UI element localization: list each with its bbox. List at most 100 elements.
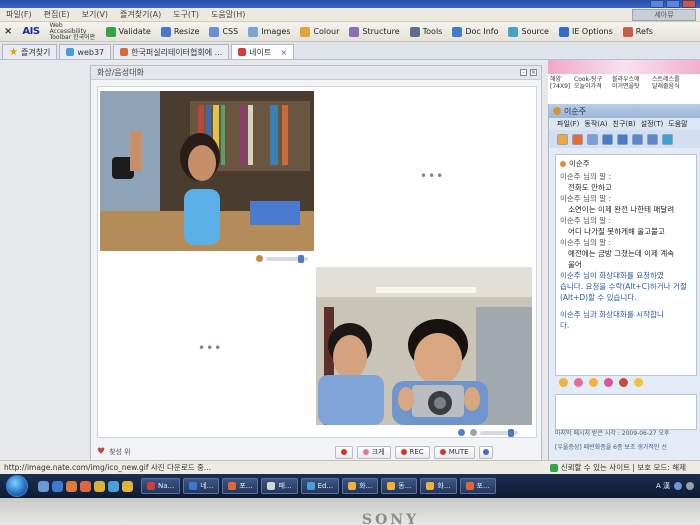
start-button[interactable] [6,475,28,497]
remote-video-image [100,91,314,251]
promo-item[interactable]: 스트레스를 달래줄음식 [652,76,680,90]
promo-item[interactable]: 블라우스에 이거면을탓 [612,76,640,90]
menu-favorites[interactable]: 즐겨찾기(A) [120,9,161,20]
tab-nate[interactable]: 네이트 × [231,44,295,59]
system-note: 이순주 님과 화상대화를 시작합니 [560,310,664,319]
promo-item[interactable]: Cook-팅구 오늘이가격 [574,76,602,90]
history-icon[interactable] [632,133,643,145]
hand-icon[interactable] [634,377,643,387]
voice-call-icon[interactable] [572,133,583,145]
ie-icon[interactable] [52,480,63,492]
promo-banner [548,60,700,74]
chat-menu-help[interactable]: 도움말 [668,119,687,129]
close-tab-icon[interactable]: × [280,48,287,57]
block-icon[interactable] [647,133,658,145]
local-video-image [316,267,532,425]
slider-knob[interactable] [508,429,514,437]
accessibility-toolbar: × AIS Web Accessibility Toolbar 한국어판 Val… [0,22,700,42]
settings-button[interactable] [478,445,493,459]
ime-indicator[interactable]: A 漢 [656,481,670,491]
media-icon[interactable] [66,480,77,492]
chat-menu-action[interactable]: 동작(A) [584,119,607,129]
tab-web37[interactable]: web37 [59,44,112,59]
message-text: 예전에는 금방 그쳤는데 이제 계속 [568,249,675,258]
ad-link[interactable]: [우울증상] 패반화종을 6종 보조 생가적인 선 [555,444,697,452]
doc-info-button[interactable]: Doc Info [452,26,498,37]
invite-icon[interactable] [617,133,628,145]
record-button[interactable]: REC [394,445,430,459]
validate-button[interactable]: Validate [105,26,151,37]
menu-help[interactable]: 도움말(H) [211,9,245,20]
help-icon[interactable] [674,482,682,490]
favorites-button[interactable]: ★ 즐겨찾기 [2,44,58,59]
source-button[interactable]: Source [508,26,549,37]
menu-view[interactable]: 보기(V) [82,9,108,20]
chat-menu-settings[interactable]: 설정(T) [641,119,664,129]
images-button[interactable]: Images [248,26,290,37]
remote-volume-slider[interactable] [266,255,308,263]
firefox-icon[interactable] [80,480,91,492]
video-call-icon[interactable] [587,133,598,145]
minimize-button[interactable] [650,0,664,8]
wink-icon[interactable] [589,377,598,387]
file-send-icon[interactable] [602,133,613,145]
maximize-button[interactable] [666,0,680,8]
slider-knob[interactable] [298,255,304,263]
close-toolbar-icon[interactable]: × [4,26,12,37]
show-desktop-icon[interactable] [38,480,49,492]
colour-button[interactable]: Colour [300,26,339,37]
taskbar-item[interactable]: Na... [141,478,181,494]
favorite-toggle[interactable]: 찾성 위 [109,447,131,457]
menu-file[interactable]: 파일(F) [6,9,32,20]
taskbar-item[interactable]: 화... [420,478,457,494]
mute-button[interactable]: MUTE [433,445,475,459]
css-button[interactable]: CSS [209,26,238,37]
taskbar-item[interactable]: 네... [183,478,220,494]
chat-menu-friends[interactable]: 친구(B) [613,119,636,129]
taskbar-item[interactable]: 포... [222,478,259,494]
app-icon [348,482,357,490]
mic-volume-slider[interactable] [480,429,518,437]
flower-icon[interactable] [574,377,583,387]
snapshot-button[interactable] [334,445,353,459]
taskbar-item[interactable]: 포... [459,478,496,494]
tab-facilitator-association[interactable]: 한국퍼실리테이터협회에 ... [113,44,230,59]
enlarge-button[interactable]: 크게 [356,445,391,459]
promo-item[interactable]: 해양 [74X9] [550,76,570,90]
menu-tools[interactable]: 도구(T) [173,9,199,20]
refs-button[interactable]: Refs [622,26,653,37]
messenger-icon[interactable] [108,480,119,492]
tools-button[interactable]: Tools [409,26,442,37]
taskbar-item[interactable]: Ed... [300,478,340,494]
system-tray: A 漢 [656,481,694,491]
message-input[interactable] [555,394,697,430]
chrome-icon[interactable] [94,480,105,492]
taskbar-item[interactable]: 페... [261,478,298,494]
emoticon-icon[interactable] [557,133,568,145]
folder-icon[interactable] [122,480,133,492]
taskbar-item[interactable]: 화... [342,478,379,494]
network-icon[interactable] [686,482,694,490]
window-minimize-icon[interactable]: - [520,69,527,76]
message-text: 울어 [568,260,582,269]
window-close-icon[interactable]: × [530,69,537,76]
pen-icon[interactable] [619,377,628,387]
close-window-button[interactable] [682,0,696,8]
menu-edit[interactable]: 편집(E) [44,9,70,20]
message-header: 이순주 님의 말 : [560,238,612,247]
resize-button[interactable]: Resize [160,26,199,37]
refresh-icon[interactable] [662,133,673,145]
camera-icon[interactable] [458,429,465,436]
message-text: 소연이는 이제 완전 나한테 매달려 [568,205,675,214]
chat-menu-file[interactable]: 파일(F) [557,119,579,129]
structure-button[interactable]: Structure [349,26,400,37]
css-icon [209,26,220,37]
window-titlebar [0,0,700,8]
ie-options-button[interactable]: IE Options [558,26,613,37]
smile-icon[interactable] [559,377,568,387]
security-zone[interactable]: 신뢰할 수 있는 사이트 | 보호 모드: 해제 [549,462,700,473]
search-box[interactable]: 세아뮤 [632,9,696,21]
taskbar-item[interactable]: 동... [381,478,418,494]
heart-icon[interactable] [604,377,613,387]
palette-icon [300,26,311,37]
